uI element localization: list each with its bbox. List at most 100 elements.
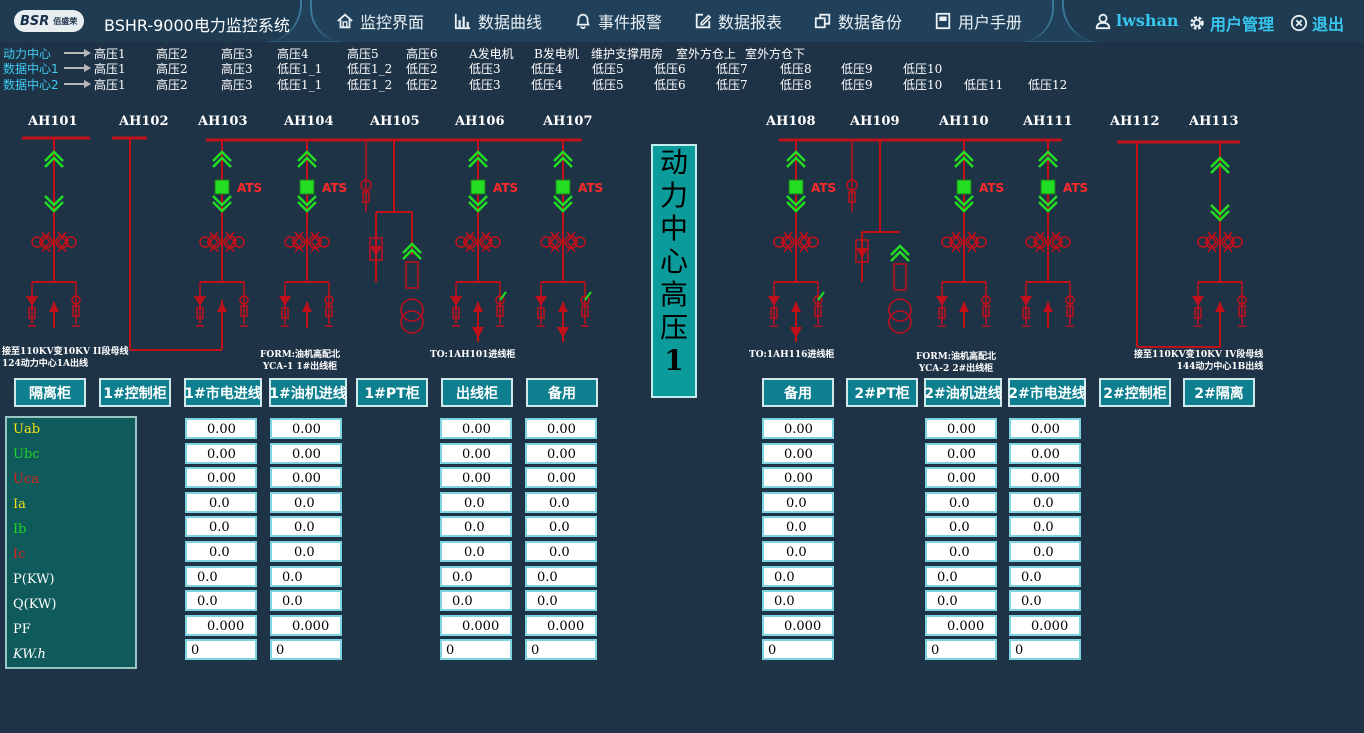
subnav-item[interactable]: 高压2 [156,76,188,93]
subnav-item[interactable]: 低压7 [716,60,748,77]
subnav-item[interactable]: 低压1_1 [277,60,322,77]
note-form-yca2: FORM:油机高配北 YCA-2 2#出线柜 [916,351,996,375]
ct-symbol [41,231,51,253]
subnav-item[interactable]: 低压10 [903,60,942,77]
cabinet-button[interactable]: 1#PT柜 [356,378,428,407]
subnav-item[interactable]: 低压9 [841,76,873,93]
value-box: 0.0 [525,541,597,562]
cabinet-button[interactable]: 2#PT柜 [846,378,918,407]
cabinet-button[interactable]: 1#油机进线 [269,378,347,407]
cabinet-button[interactable]: 备用 [526,378,598,407]
nav-backup[interactable]: 数据备份 [814,9,902,33]
value-box: 0.0 [1009,565,1081,587]
user-manage-button[interactable]: 用户管理 [1188,11,1274,35]
subnav-group-label[interactable]: 数据中心1 [3,62,59,76]
subnav-item[interactable]: 高压3 [221,60,253,77]
ct-symbol [1035,231,1045,253]
value-box: 0.0 [925,516,997,538]
value-box: 0.00 [185,467,257,489]
subnav-item[interactable]: 低压7 [716,76,748,93]
user-account[interactable]: lwshan [1094,11,1179,30]
value-box: 0.00 [270,442,342,464]
arrow-right-icon [64,64,91,72]
center-title-char: 1 [664,344,684,377]
note-line: FORM:油机高配北 [916,352,996,362]
pt-transformer [888,310,912,334]
value-box: 0.0 [925,565,997,587]
nav-monitor[interactable]: 监控界面 [336,9,424,33]
cabinet-button[interactable]: 1#市电进线 [184,378,262,407]
arrester-symbol [936,296,948,306]
ats-indicator [788,179,804,195]
subnav-item[interactable]: 高压1 [94,76,126,93]
subnav-item[interactable]: 低压4 [531,60,563,77]
subnav-item[interactable]: 低压10 [903,76,942,93]
cabinet-button[interactable]: 2#控制柜 [1099,378,1171,407]
subnav-item[interactable]: 低压5 [592,60,624,77]
subnav-item[interactable]: 低压8 [780,60,812,77]
cabinet-button[interactable]: 出线柜 [441,378,513,407]
cabinet-button[interactable]: 2#市电进线 [1008,378,1086,407]
subnav-item[interactable]: 低压5 [592,76,624,93]
pt-arrester [370,246,382,256]
book-icon [935,12,951,30]
subnav-item[interactable]: 低压3 [469,60,501,77]
measurement-label: KW.h [13,647,46,662]
value-box: 0.00 [440,418,512,439]
subnav-item[interactable]: 低压2 [406,76,438,93]
subnav-group-label[interactable]: 动力中心 [3,47,51,61]
cabinet-button[interactable]: 2#油机进线 [924,378,1002,407]
value-box: 0.0 [762,590,834,612]
value-box: 0.0 [525,516,597,538]
subnav-item[interactable]: 低压6 [654,60,686,77]
note-line: 144动力中心1B出线 [1176,362,1264,372]
logo-text: BSR [20,13,50,29]
subnav-item[interactable]: 低压6 [654,76,686,93]
value-box: 0.00 [762,418,834,439]
value-box: 0.0 [762,491,834,513]
note-line: 接至110KV变10KV II段母线 [2,347,129,357]
subnav-item[interactable]: 低压12 [1028,76,1067,93]
value-box: 0.0 [762,541,834,562]
value-box: 0.00 [925,467,997,489]
logout-button[interactable]: 退出 [1290,11,1344,35]
value-box: 0.0 [440,590,512,612]
cabinet-button[interactable]: 2#隔离 [1183,378,1255,407]
subnav-item[interactable]: 低压3 [469,76,501,93]
center-title-char: 心 [659,245,688,278]
center-title-char: 动 [659,146,688,179]
value-box: 0.0 [925,541,997,562]
value-box: 0.0 [525,565,597,587]
ct-symbol [1207,231,1217,253]
value-box: 0.0 [1009,516,1081,538]
cabinet-label: AH102 [119,114,169,129]
subnav-group-label[interactable]: 数据中心2 [3,78,59,92]
measurement-labels-panel: Uab Ubc Uca Ia Ib Ic P(KW) Q(KW) PF KW.h [5,416,137,669]
subnav-item[interactable]: 低压1_2 [347,60,392,77]
nav-curves[interactable]: 数据曲线 [454,9,542,33]
cabinet-label: AH101 [28,114,78,129]
value-box: 0.0 [270,516,342,538]
cabinet-label: AH112 [1110,114,1160,129]
subnav-item[interactable]: 低压11 [964,76,1003,93]
nav-reports[interactable]: 数据报表 [694,9,782,33]
subnav-item[interactable]: 低压2 [406,60,438,77]
subnav-item[interactable]: 低压8 [780,76,812,93]
arrester-symbol [1020,296,1032,306]
ats-label: ATS [1063,181,1088,195]
value-box: 0.00 [270,467,342,489]
nav-alarms[interactable]: 事件报警 [574,9,662,33]
subnav-item[interactable]: 低压9 [841,60,873,77]
nav-label: 监控界面 [360,13,425,32]
subnav-item[interactable]: 高压2 [156,60,188,77]
nav-manual[interactable]: 用户手册 [934,9,1022,33]
subnav-item[interactable]: 高压1 [94,60,126,77]
subnav-item[interactable]: 高压3 [221,76,253,93]
note-line: TO:1AH101进线柜 [430,350,516,360]
cabinet-button[interactable]: 隔离柜 [14,378,86,407]
subnav-item[interactable]: 低压1_1 [277,76,322,93]
cabinet-button[interactable]: 1#控制柜 [99,378,171,407]
subnav-item[interactable]: 低压4 [531,76,563,93]
subnav-item[interactable]: 低压1_2 [347,76,392,93]
cabinet-button[interactable]: 备用 [762,378,834,407]
